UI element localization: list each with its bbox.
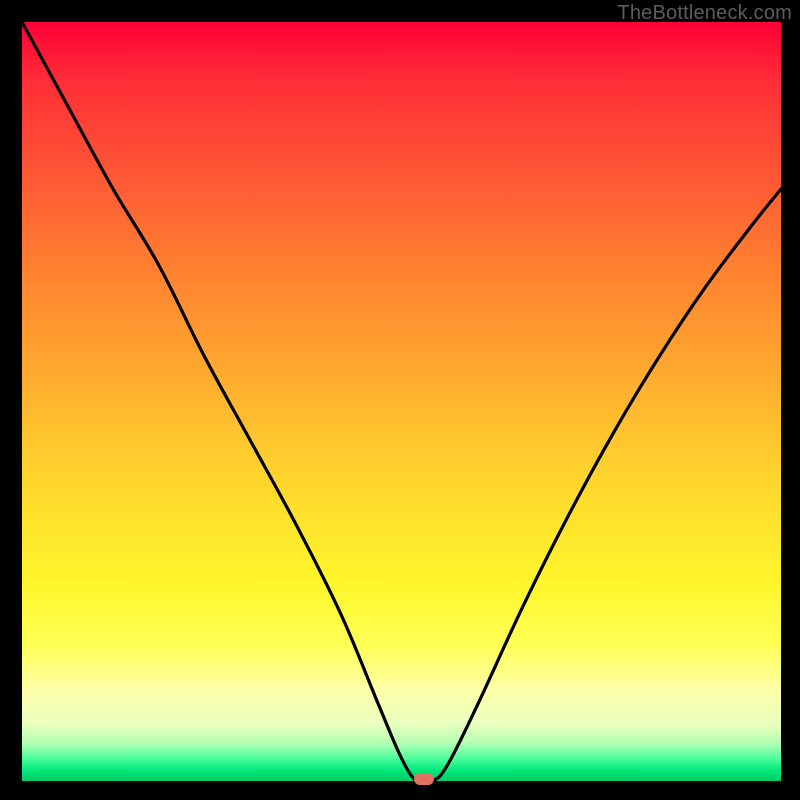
curve-path	[22, 22, 781, 781]
chart-stage: TheBottleneck.com	[0, 0, 800, 800]
optimal-marker	[414, 773, 434, 785]
watermark-text: TheBottleneck.com	[617, 2, 792, 25]
bottleneck-curve	[22, 22, 781, 781]
